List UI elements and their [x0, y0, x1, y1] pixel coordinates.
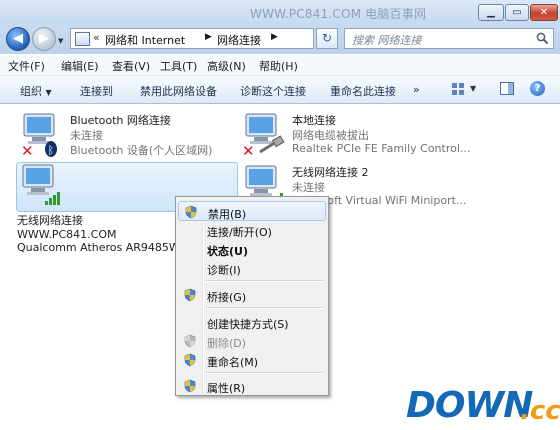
uac-shield-icon [185, 205, 197, 219]
search-input[interactable]: 搜索 网络连接 [344, 28, 554, 49]
forward-arrow-icon: ▶ [39, 31, 49, 46]
context-menu: 禁用(B) 连接/断开(O) 状态(U) 诊断(I) 桥接(G) 创建快捷方式(… [175, 196, 329, 396]
view-dropdown-icon[interactable]: ▼ [470, 84, 476, 93]
connection-device: Bluetooth 设备(个人区域网) [70, 144, 213, 157]
connection-local[interactable]: ✕ 本地连接 网络电缆被拔出 Realtek PCIe FE Family Co… [240, 112, 558, 160]
close-icon: ✕ [539, 7, 549, 18]
connection-status: 未连接 [292, 181, 325, 194]
menu-item-label: 桥接(G) [207, 291, 247, 304]
organize-button[interactable]: 组织 ▼ [20, 83, 52, 99]
back-button[interactable]: ◀ [6, 27, 30, 51]
organize-label: 组织 [20, 85, 42, 98]
menu-item-rename[interactable]: 重命名(M) [178, 350, 326, 370]
back-arrow-icon: ◀ [13, 31, 23, 46]
uac-shield-icon [184, 288, 196, 302]
svg-text:✕: ✕ [21, 142, 34, 158]
menu-item-connect-disconnect[interactable]: 连接/断开(O) [178, 220, 326, 240]
site-logo-suffix: .cc [520, 396, 560, 426]
menu-item-label: 重命名(M) [207, 356, 259, 369]
network-adapter-icon: ✕ ᛒ [21, 113, 57, 158]
menu-item-status[interactable]: 状态(U) [178, 239, 326, 259]
refresh-icon: ↻ [321, 31, 333, 45]
preview-pane-icon[interactable] [500, 82, 514, 95]
breadcrumb-network-internet[interactable]: 网络和 Internet [105, 32, 185, 48]
uac-shield-icon [184, 379, 196, 393]
minimize-icon: ▁ [487, 7, 495, 18]
connect-to-button[interactable]: 连接到 [80, 83, 113, 99]
command-bar: 组织 ▼ 连接到 禁用此网络设备 诊断这个连接 重命名此连接 » ▼ ? [0, 76, 560, 104]
menu-item-properties[interactable]: 属性(R) [178, 376, 326, 396]
menu-item-label: 诊断(I) [207, 264, 241, 277]
history-dropdown-icon[interactable]: ▼ [58, 37, 63, 45]
menu-separator [206, 280, 324, 282]
connection-name: Bluetooth 网络连接 [70, 114, 171, 127]
connection-name: 本地连接 [292, 114, 336, 127]
folder-location-icon [75, 32, 90, 46]
menu-edit[interactable]: 编辑(E) [61, 58, 99, 74]
menu-item-label: 创建快捷方式(S) [207, 318, 289, 331]
menu-separator [206, 372, 324, 374]
connection-status: 未连接 [70, 129, 103, 142]
diagnose-connection-button[interactable]: 诊断这个连接 [240, 83, 306, 99]
connection-device: Realtek PCIe FE Family Control... [292, 142, 471, 155]
menu-item-create-shortcut[interactable]: 创建快捷方式(S) [178, 312, 326, 332]
svg-text:ᛒ: ᛒ [48, 144, 55, 157]
menu-item-delete[interactable]: 删除(D) [178, 331, 326, 351]
menu-item-label: 属性(R) [207, 382, 246, 395]
chevron-right-icon[interactable]: ▶ [271, 32, 278, 42]
site-logo-text: DOWN [406, 385, 533, 426]
connection-bluetooth[interactable]: ✕ ᛒ Bluetooth 网络连接 未连接 Bluetooth 设备(个人区域… [18, 112, 238, 160]
search-icon [536, 32, 549, 45]
menu-item-diagnose[interactable]: 诊断(I) [178, 258, 326, 278]
breadcrumb-overflow[interactable]: « [93, 31, 100, 44]
chevron-down-icon: ▼ [45, 88, 52, 97]
menu-bar: 文件(F) 编辑(E) 查看(V) 工具(T) 高级(N) 帮助(H) [0, 55, 560, 76]
chevron-right-icon[interactable]: ▶ [205, 32, 212, 42]
menu-item-label: 状态(U) [207, 245, 248, 258]
help-icon[interactable]: ? [530, 81, 545, 96]
menu-item-disable[interactable]: 禁用(B) [178, 201, 326, 221]
refresh-button[interactable]: ↻ [316, 28, 338, 49]
disable-device-button[interactable]: 禁用此网络设备 [140, 83, 217, 99]
close-button[interactable]: ✕ [530, 4, 558, 21]
network-adapter-icon: ✕ [242, 113, 285, 158]
menu-file[interactable]: 文件(F) [8, 58, 45, 74]
menu-view[interactable]: 查看(V) [112, 58, 150, 74]
watermark-text: WWW.PC841.COM 电脑百事网 [250, 7, 427, 21]
connection-name: 无线网络连接 2 [292, 166, 369, 179]
menu-item-bridge[interactable]: 桥接(G) [178, 285, 326, 305]
network-adapter-icon [22, 164, 60, 205]
menu-item-label: 删除(D) [207, 337, 247, 350]
more-commands-button[interactable]: » [413, 83, 420, 96]
address-bar[interactable]: « 网络和 Internet ▶ 网络连接 ▶ ▼ [70, 28, 377, 49]
uac-shield-icon [184, 334, 196, 348]
minimize-button[interactable]: ▁ [478, 4, 504, 21]
rename-connection-button[interactable]: 重命名此连接 [330, 83, 396, 99]
menu-item-label: 连接/断开(O) [207, 226, 272, 239]
uac-shield-icon [184, 353, 196, 367]
menu-tools[interactable]: 工具(T) [160, 58, 197, 74]
maximize-button[interactable]: ▭ [505, 4, 529, 21]
menu-separator [206, 307, 324, 309]
change-view-icon[interactable] [452, 83, 464, 95]
breadcrumb-network-connections[interactable]: 网络连接 [217, 32, 261, 48]
menu-advanced[interactable]: 高级(N) [207, 58, 246, 74]
navigation-bar: ◀ ▶ ▼ « 网络和 Internet ▶ 网络连接 ▶ ▼ ↻ 搜索 网络连… [0, 24, 560, 54]
menu-help[interactable]: 帮助(H) [259, 58, 298, 74]
forward-button[interactable]: ▶ [32, 27, 56, 51]
search-placeholder: 搜索 网络连接 [352, 34, 422, 47]
svg-text:✕: ✕ [242, 142, 255, 158]
maximize-icon: ▭ [512, 7, 522, 18]
connection-status: 网络电缆被拔出 [292, 129, 369, 142]
